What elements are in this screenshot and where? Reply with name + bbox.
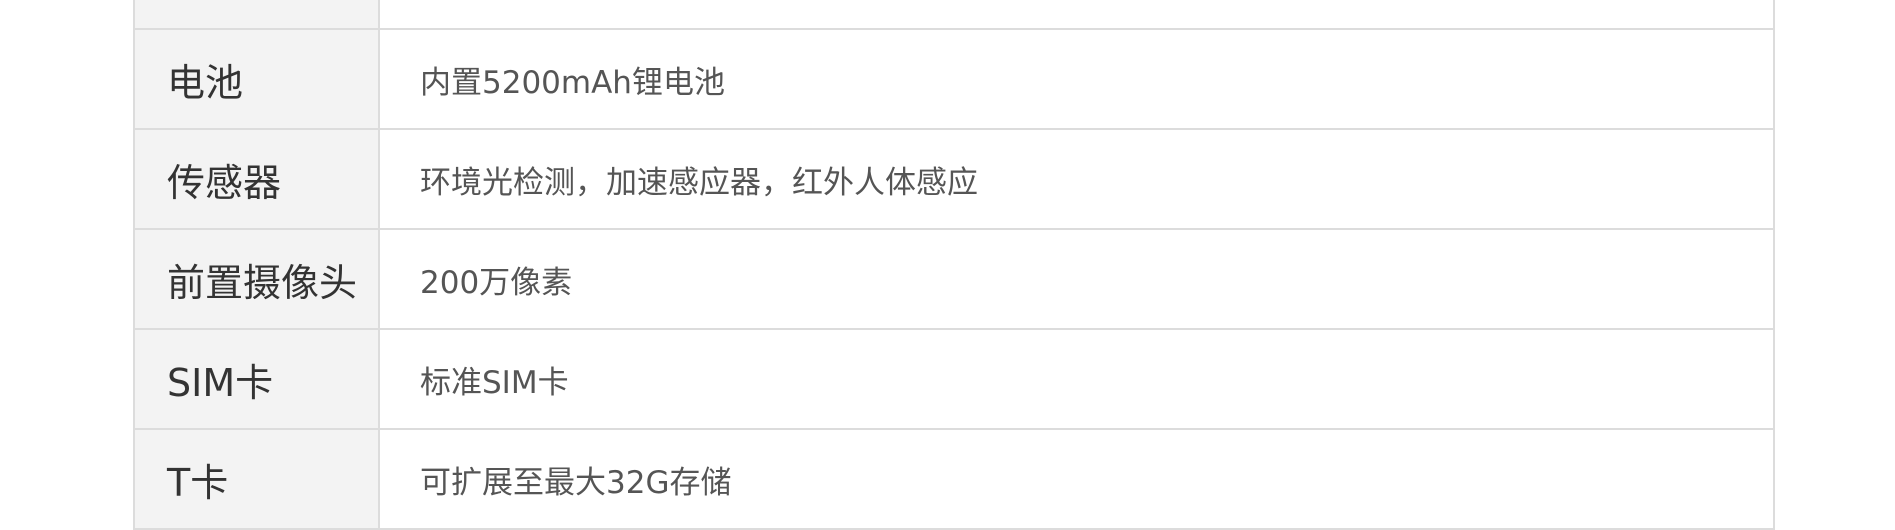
table-row: 前置摄像头 200万像素 xyxy=(135,230,1773,330)
spec-value xyxy=(380,0,1773,28)
spec-label: 传感器 xyxy=(135,130,380,228)
spec-label: SIM卡 xyxy=(135,330,380,428)
spec-label xyxy=(135,0,380,28)
table-row: 传感器 环境光检测，加速感应器，红外人体感应 xyxy=(135,130,1773,230)
spec-value: 标准SIM卡 xyxy=(420,364,569,401)
table-row: T卡 可扩展至最大32G存储 xyxy=(135,430,1773,530)
table-row xyxy=(135,0,1773,30)
spec-table: 电池 内置5200mAh锂电池 传感器 环境光检测，加速感应器，红外人体感应 前… xyxy=(133,0,1775,530)
spec-label: 前置摄像头 xyxy=(135,230,380,328)
table-row: 电池 内置5200mAh锂电池 xyxy=(135,30,1773,130)
spec-label: 电池 xyxy=(135,30,380,128)
spec-value: 200万像素 xyxy=(420,264,573,301)
spec-value: 环境光检测，加速感应器，红外人体感应 xyxy=(420,164,978,201)
spec-value: 可扩展至最大32G存储 xyxy=(420,464,732,501)
spec-value: 内置5200mAh锂电池 xyxy=(420,64,725,101)
spec-label: T卡 xyxy=(135,430,380,528)
table-row: SIM卡 标准SIM卡 xyxy=(135,330,1773,430)
